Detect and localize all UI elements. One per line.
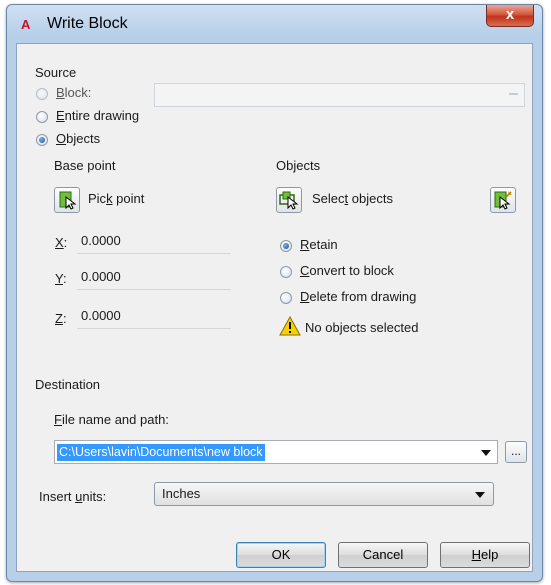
x-coordinate-label: X:: [55, 235, 68, 250]
close-icon: x: [505, 6, 515, 23]
selection-status-text: No objects selected: [305, 320, 419, 335]
dialog-title: Write Block: [47, 15, 128, 32]
pick-point-button[interactable]: [54, 187, 80, 213]
radio-convert-to-block-label[interactable]: Convert to block: [300, 263, 394, 278]
select-objects-button[interactable]: [276, 187, 302, 213]
pick-point-label[interactable]: Pick point: [88, 191, 144, 206]
y-coordinate-input[interactable]: 0.0000: [77, 266, 231, 290]
file-name-path-combo[interactable]: C:\Users\lavin\Documents\new block: [54, 440, 498, 464]
z-coordinate-input[interactable]: 0.0000: [77, 305, 231, 329]
write-block-dialog: A Write Block x Source Block: Entire dra…: [6, 4, 543, 582]
objects-group-label: Objects: [276, 158, 321, 173]
radio-delete-from-drawing[interactable]: [280, 292, 292, 304]
file-name-path-value[interactable]: C:\Users\lavin\Documents\new block: [57, 444, 265, 461]
help-button[interactable]: Help: [440, 542, 530, 568]
z-coordinate-label: Z:: [55, 311, 67, 326]
radio-block-label[interactable]: Block:: [56, 85, 91, 100]
file-name-path-label: File name and path:: [54, 412, 169, 427]
y-coordinate-label: Y:: [55, 271, 67, 286]
radio-entire-drawing-label[interactable]: Entire drawing: [56, 108, 139, 123]
destination-group-label: Destination: [35, 377, 101, 392]
autocad-app-icon: A: [21, 17, 31, 32]
ok-button[interactable]: OK: [236, 542, 326, 568]
block-name-combo: [154, 83, 525, 107]
select-objects-icon: [279, 191, 299, 210]
cancel-button[interactable]: Cancel: [338, 542, 428, 568]
radio-delete-from-drawing-label[interactable]: Delete from drawing: [300, 289, 416, 304]
source-group-label: Source: [35, 65, 77, 80]
select-objects-label[interactable]: Select objects: [312, 191, 393, 206]
chevron-down-icon[interactable]: [475, 492, 485, 498]
radio-convert-to-block[interactable]: [280, 266, 292, 278]
warning-icon: [279, 316, 301, 336]
close-button[interactable]: x: [486, 5, 534, 27]
radio-block[interactable]: [36, 88, 48, 100]
base-point-group-label: Base point: [54, 158, 116, 173]
quick-select-icon: [494, 191, 512, 210]
radio-objects-label[interactable]: Objects: [56, 131, 100, 146]
title-bar[interactable]: A Write Block x: [7, 5, 542, 43]
radio-entire-drawing[interactable]: [36, 111, 48, 123]
chevron-down-icon[interactable]: [481, 450, 491, 456]
radio-retain-label[interactable]: Retain: [300, 237, 338, 252]
pick-point-icon: [59, 191, 77, 210]
radio-retain[interactable]: [280, 240, 292, 252]
radio-objects[interactable]: [36, 134, 48, 146]
quick-select-button[interactable]: [490, 187, 516, 213]
insert-units-label: Insert units:: [39, 489, 107, 504]
browse-button[interactable]: ...: [505, 441, 527, 463]
x-coordinate-input[interactable]: 0.0000: [77, 230, 231, 254]
dialog-client-area: Source Block: Entire drawing Objects Bas…: [16, 43, 533, 572]
insert-units-dropdown[interactable]: Inches: [154, 482, 494, 506]
insert-units-value: Inches: [162, 486, 201, 501]
